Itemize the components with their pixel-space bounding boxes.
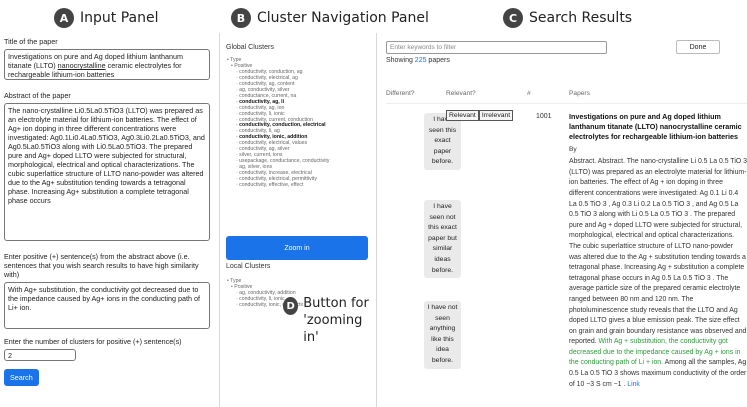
paper-title: Investigations on pure and Ag doped lith… <box>569 112 742 142</box>
title-text-underlined: nanocrystalline <box>57 61 106 70</box>
abstract-input[interactable]: The nano-crystalline Li0.5La0.5TiO3 (LLT… <box>4 103 210 241</box>
column-different: Different? <box>386 90 415 97</box>
header-row-divider <box>386 103 747 104</box>
result-count-number: 225 <box>414 57 427 64</box>
header-badge-b: B <box>231 8 251 28</box>
cluster-navigation-panel: Global Clusters • Type • Positive conduc… <box>222 33 370 407</box>
paper-entry: Investigations on pure and Ag doped lith… <box>569 112 747 390</box>
title-label: Title of the paper <box>4 37 58 46</box>
row-number: 1001 <box>536 113 552 120</box>
result-count: Showing 225 papers <box>386 57 450 64</box>
header-title-c: Search Results <box>529 10 633 26</box>
paper-abstract: Abstract. Abstract. The nano-crystalline… <box>569 158 747 388</box>
positive-sentences-input[interactable]: With Ag+ substitution, the conductivity … <box>4 282 210 329</box>
search-results-panel: Enter keywords to filter Done Showing 22… <box>380 33 747 407</box>
annotation-badge-d: D <box>283 297 299 315</box>
header-results-panel: C Search Results <box>503 6 632 30</box>
cluster-count-input[interactable]: 2 <box>4 349 76 361</box>
local-clusters-title: Local Clusters <box>226 263 271 270</box>
title-input[interactable]: Investigations on pure and Ag doped lith… <box>4 49 210 80</box>
diff-option-not-seen[interactable]: I have not seen anything like this idea … <box>424 301 461 369</box>
divider-a-b <box>219 33 220 407</box>
paper-link[interactable]: Link <box>627 381 640 388</box>
column-papers: Papers <box>569 90 590 97</box>
done-button[interactable]: Done <box>676 40 720 54</box>
zoom-annotation: D Button for 'zooming in' <box>283 295 370 346</box>
input-panel: Title of the paper Investigations on pur… <box>0 33 216 407</box>
abstract-label: Abstract of the paper <box>4 91 71 100</box>
header-title-a: Input Panel <box>80 10 159 26</box>
filter-input[interactable]: Enter keywords to filter <box>386 41 607 54</box>
clusters-label: Enter the number of clusters for positiv… <box>4 337 182 346</box>
search-button[interactable]: Search <box>4 369 39 386</box>
paper-authors: By <box>569 145 577 153</box>
global-cluster-tree: • Type • Positive conductivity, conducti… <box>227 57 329 189</box>
column-number: # <box>527 90 531 97</box>
header-input-panel: A Input Panel <box>54 6 158 30</box>
column-relevant: Relevant? <box>446 90 476 97</box>
annotation-line-2: 'zooming in' <box>303 313 363 345</box>
header-title-b: Cluster Navigation Panel <box>257 10 429 26</box>
sentences-label: Enter positive (+) sentence(s) from the … <box>4 252 199 279</box>
irrelevant-button[interactable]: Irrelevant <box>478 110 514 121</box>
header-badge-c: C <box>503 8 523 28</box>
relevance-buttons: Relevant Irrelevant <box>446 110 514 121</box>
relevant-button[interactable]: Relevant <box>446 110 479 121</box>
global-cluster-item[interactable]: conductivity, effective, effect <box>236 182 329 189</box>
diff-option-seen-exact[interactable]: I have seen this exact paper before. <box>424 113 461 170</box>
header-cluster-panel: B Cluster Navigation Panel <box>231 6 429 30</box>
diff-option-seen-similar[interactable]: I have seen not this exact paper but sim… <box>424 200 461 279</box>
header-badge-a: A <box>54 8 74 28</box>
annotation-line-1: Button for <box>303 296 369 311</box>
global-clusters-title: Global Clusters <box>226 44 274 51</box>
divider-b-c <box>376 33 377 407</box>
global-cluster-list: conductivity, conduction, agconductivity… <box>236 69 329 189</box>
zoom-in-button[interactable]: Zoom in <box>226 236 368 260</box>
